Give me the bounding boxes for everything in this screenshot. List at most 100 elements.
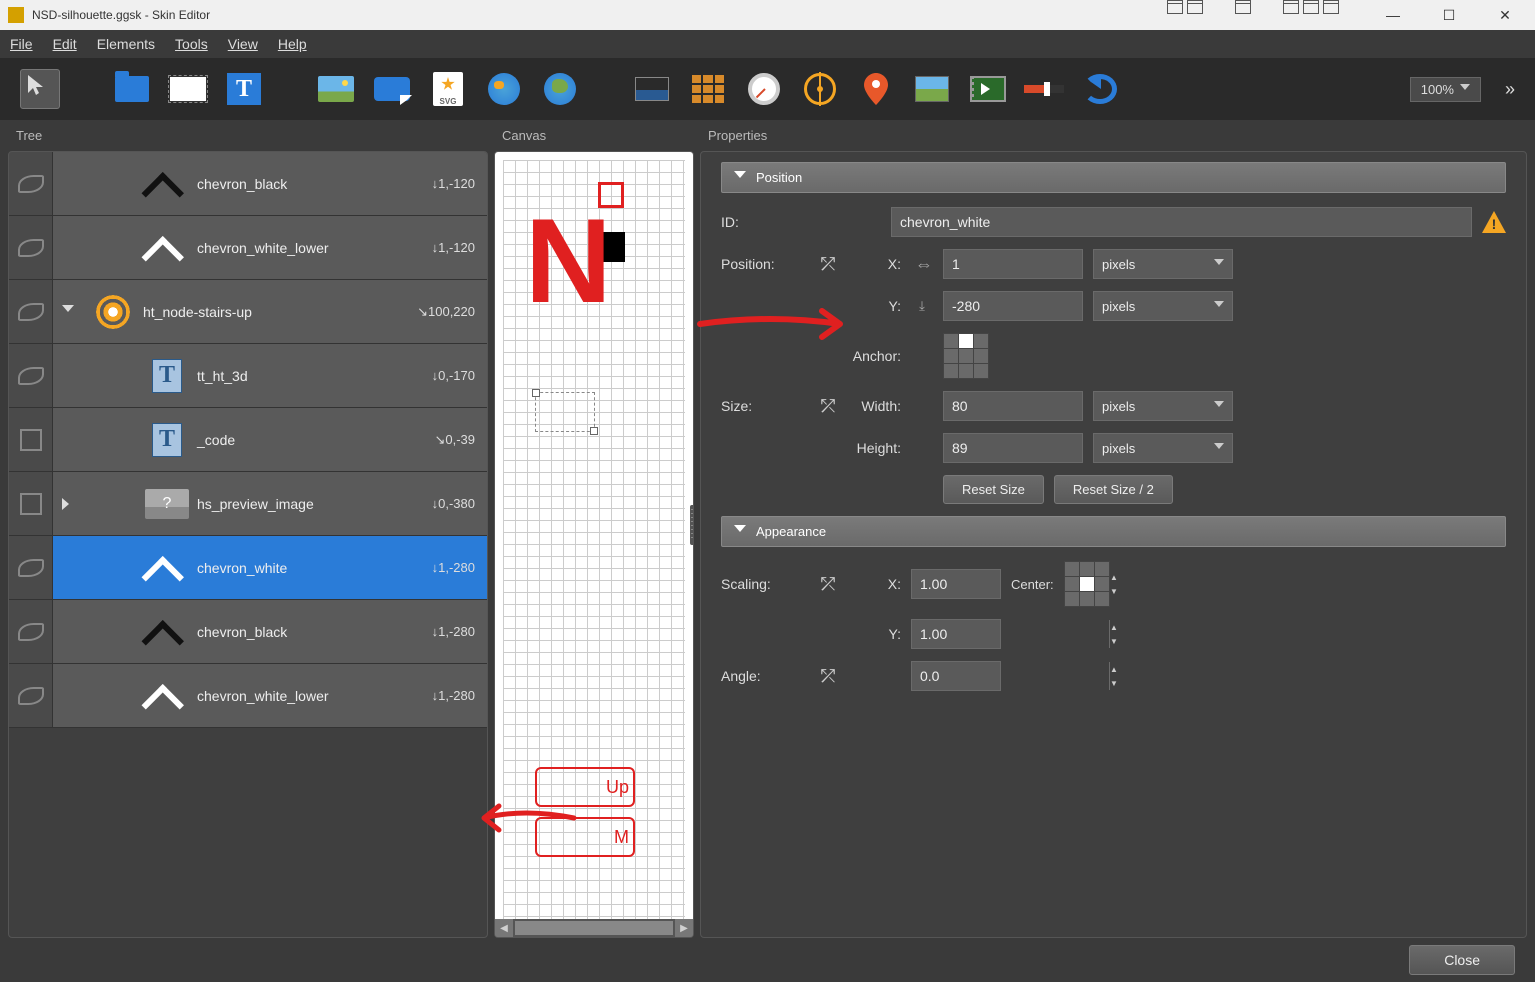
titlebar-tool-icon[interactable] [1283, 0, 1299, 14]
id-input[interactable] [891, 207, 1472, 237]
link-icon[interactable] [821, 254, 841, 274]
canvas-selection-handles[interactable] [535, 392, 595, 432]
visibility-toggle[interactable] [9, 664, 53, 727]
tool-pin-button[interactable] [856, 69, 896, 109]
x-spinner[interactable]: ▲▼ [943, 249, 1083, 279]
window-titlebar: NSD-silhouette.ggsk - Skin Editor — ☐ ✕ [0, 0, 1535, 30]
menu-file[interactable]: File [10, 36, 33, 52]
angle-spinner[interactable]: ▲▼ [911, 661, 1001, 691]
visibility-toggle[interactable] [9, 600, 53, 663]
menu-edit[interactable]: Edit [53, 36, 77, 52]
tree-row[interactable]: chevron_black↓1,-120 [9, 152, 487, 216]
tool-map-button[interactable] [912, 69, 952, 109]
visibility-toggle[interactable] [9, 344, 53, 407]
height-unit-select[interactable]: pixels [1093, 433, 1233, 463]
tool-text-button[interactable]: T [224, 69, 264, 109]
swap-x-icon[interactable]: ⇔ [911, 253, 933, 275]
tree-view[interactable]: chevron_black↓1,-120chevron_white_lower↓… [9, 152, 487, 937]
tool-select-button[interactable] [20, 69, 60, 109]
y-spinner[interactable]: ▲▼ [943, 291, 1083, 321]
visibility-toggle[interactable] [9, 472, 53, 535]
width-spinner[interactable]: ▲▼ [943, 391, 1083, 421]
canvas-element-box[interactable]: Up [535, 767, 635, 807]
canvas-area[interactable]: N Up M ◀▶ [494, 151, 694, 938]
panel-resize-handle[interactable] [690, 505, 694, 545]
tree-row[interactable]: chevron_white↓1,-280 [9, 536, 487, 600]
expand-toggle[interactable] [53, 498, 83, 510]
visibility-toggle[interactable] [9, 280, 53, 343]
properties-panel-label: Properties [700, 124, 1527, 151]
tool-container-button[interactable] [112, 69, 152, 109]
link-icon[interactable] [821, 666, 841, 686]
tool-rectangle-button[interactable] [168, 69, 208, 109]
titlebar-tool-icon[interactable] [1323, 0, 1339, 14]
tree-item-label: chevron_white [197, 560, 407, 576]
tree-row[interactable]: chevron_white_lower↓1,-280 [9, 664, 487, 728]
width-unit-select[interactable]: pixels [1093, 391, 1233, 421]
chev-black-icon [143, 164, 191, 204]
visibility-toggle[interactable] [9, 152, 53, 215]
close-button[interactable]: Close [1409, 945, 1515, 975]
scale-x-spinner[interactable]: ▲▼ [911, 569, 1001, 599]
reset-size-half-button[interactable]: Reset Size / 2 [1054, 475, 1173, 504]
scale-y-spinner[interactable]: ▲▼ [911, 619, 1001, 649]
swap-y-icon[interactable]: ⤓ [911, 295, 933, 317]
menu-help[interactable]: Help [278, 36, 307, 52]
tree-item-label: chevron_white_lower [197, 688, 407, 704]
titlebar-tool-icon[interactable] [1235, 0, 1251, 14]
menu-tools[interactable]: Tools [175, 36, 208, 52]
toolbar-overflow-button[interactable]: » [1505, 79, 1515, 100]
tree-row[interactable]: ht_node-stairs-up↘100,220 [9, 280, 487, 344]
window-maximize-button[interactable]: ☐ [1427, 0, 1471, 30]
canvas-horizontal-scrollbar[interactable]: ◀▶ [495, 919, 693, 937]
tool-tiles-button[interactable] [688, 69, 728, 109]
tool-undo-button[interactable] [1080, 69, 1120, 109]
size-label: Size: [721, 398, 811, 414]
section-header-position[interactable]: Position [721, 162, 1506, 193]
tree-row[interactable]: Ttt_ht_3d↓0,-170 [9, 344, 487, 408]
tool-image-button[interactable] [316, 69, 356, 109]
link-icon[interactable] [821, 574, 841, 594]
tree-row[interactable]: hs_preview_image↓0,-380 [9, 472, 487, 536]
titlebar-tool-icon[interactable] [1303, 0, 1319, 14]
tool-gauge-button[interactable] [744, 69, 784, 109]
tree-item-label: chevron_black [197, 624, 407, 640]
tree-item-coords: ↘0,-39 [407, 432, 487, 448]
anchor-grid[interactable] [943, 333, 989, 379]
visibility-toggle[interactable] [9, 408, 53, 471]
tree-row[interactable]: chevron_white_lower↓1,-120 [9, 216, 487, 280]
y-label: Y: [851, 626, 901, 642]
center-grid[interactable] [1064, 561, 1110, 607]
height-spinner[interactable]: ▲▼ [943, 433, 1083, 463]
tool-grid-button[interactable] [632, 69, 672, 109]
tool-globe2-button[interactable] [540, 69, 580, 109]
reset-size-button[interactable]: Reset Size [943, 475, 1044, 504]
tool-svg-button[interactable]: SVG [428, 69, 468, 109]
section-header-appearance[interactable]: Appearance [721, 516, 1506, 547]
angle-label: Angle: [721, 668, 811, 684]
tool-slider-button[interactable] [1024, 69, 1064, 109]
window-close-button[interactable]: ✕ [1483, 0, 1527, 30]
visibility-toggle[interactable] [9, 216, 53, 279]
titlebar-tool-icon[interactable] [1167, 0, 1183, 14]
menu-view[interactable]: View [228, 36, 258, 52]
expand-toggle[interactable] [53, 305, 83, 318]
window-minimize-button[interactable]: — [1371, 0, 1415, 30]
canvas-element-n[interactable]: N [525, 192, 604, 330]
tree-row[interactable]: T_code↘0,-39 [9, 408, 487, 472]
tree-panel-label: Tree [8, 124, 488, 151]
toolbar: T SVG 100% » [0, 58, 1535, 120]
tool-globe1-button[interactable] [484, 69, 524, 109]
link-icon[interactable] [821, 396, 841, 416]
y-unit-select[interactable]: pixels [1093, 291, 1233, 321]
tree-row[interactable]: chevron_black↓1,-280 [9, 600, 487, 664]
x-unit-select[interactable]: pixels [1093, 249, 1233, 279]
canvas-element-box[interactable]: M [535, 817, 635, 857]
menu-elements[interactable]: Elements [97, 36, 155, 52]
visibility-toggle[interactable] [9, 536, 53, 599]
tool-target-button[interactable] [800, 69, 840, 109]
titlebar-tool-icon[interactable] [1187, 0, 1203, 14]
tool-hotspot-button[interactable] [372, 69, 412, 109]
zoom-dropdown[interactable]: 100% [1410, 77, 1481, 102]
tool-video-button[interactable] [968, 69, 1008, 109]
